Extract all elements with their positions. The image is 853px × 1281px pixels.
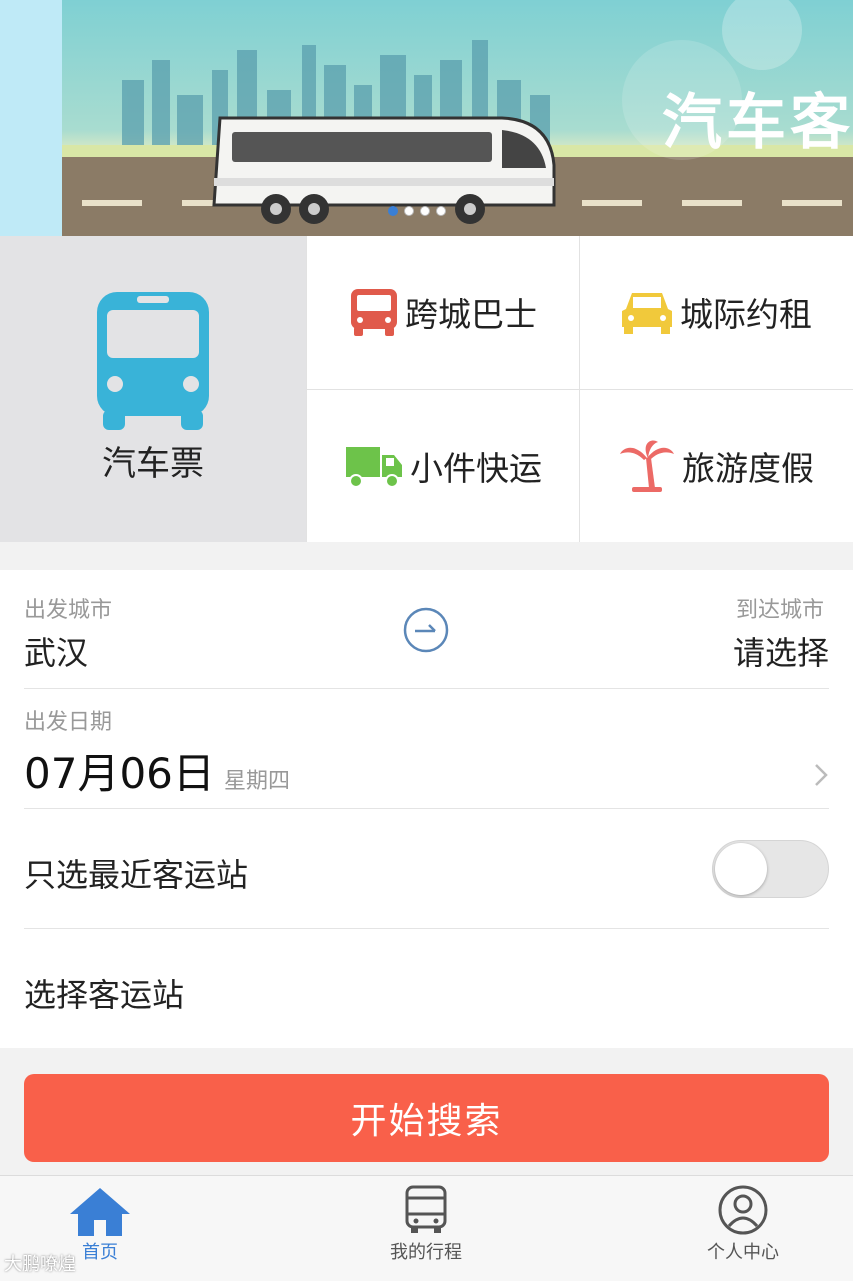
trip-icon bbox=[405, 1185, 447, 1233]
travel-vacation-label: 旅游度假 bbox=[682, 449, 814, 488]
tab-profile-label: 个人中心 bbox=[707, 1242, 779, 1263]
intercity-bus-tile[interactable]: 跨城巴士 bbox=[307, 236, 579, 388]
tab-profile[interactable]: 个人中心 bbox=[643, 1176, 843, 1276]
departure-city-value[interactable]: 武汉 bbox=[24, 628, 88, 674]
weekday-text: 星期四 bbox=[223, 769, 290, 794]
banner-image: 汽车客运 bbox=[62, 0, 853, 236]
toggle-knob bbox=[715, 843, 767, 895]
tab-my-trips-label: 我的行程 bbox=[390, 1242, 462, 1263]
intercity-car-label: 城际约租 bbox=[680, 295, 812, 334]
bus-icon bbox=[97, 292, 209, 430]
arrival-city-label: 到达城市 bbox=[735, 598, 824, 623]
start-search-button[interactable]: 开始搜索 bbox=[24, 1074, 829, 1162]
divider bbox=[24, 688, 829, 689]
carousel-dot[interactable] bbox=[388, 206, 398, 216]
palm-tree-icon bbox=[620, 440, 674, 492]
divider bbox=[24, 928, 829, 929]
nearest-station-toggle[interactable] bbox=[712, 840, 829, 898]
bus-ticket-label: 汽车票 bbox=[102, 444, 204, 484]
bus-front-icon bbox=[351, 289, 397, 336]
user-icon bbox=[718, 1185, 768, 1235]
nearest-station-label: 只选最近客运站 bbox=[24, 856, 249, 894]
swap-cities-icon[interactable] bbox=[402, 606, 450, 654]
select-station-link[interactable]: 选择客运站 bbox=[24, 970, 184, 1016]
promo-banner[interactable]: 汽车客运 bbox=[0, 0, 853, 236]
parcel-delivery-tile[interactable]: 小件快运 bbox=[307, 390, 579, 542]
home-icon bbox=[70, 1188, 130, 1236]
watermark: 大鹏嘹煌 bbox=[4, 1254, 76, 1275]
carousel-dots[interactable] bbox=[388, 206, 446, 216]
parcel-delivery-label: 小件快运 bbox=[410, 449, 542, 488]
departure-date-value: 07月06日 bbox=[24, 749, 215, 798]
banner-title: 汽车客运 bbox=[662, 88, 853, 158]
travel-vacation-tile[interactable]: 旅游度假 bbox=[580, 390, 852, 542]
divider bbox=[24, 808, 829, 809]
departure-date-row[interactable]: 07月06日 星期四 bbox=[24, 740, 829, 800]
carousel-dot[interactable] bbox=[420, 206, 430, 216]
chevron-right-icon bbox=[815, 764, 828, 786]
tab-my-trips[interactable]: 我的行程 bbox=[326, 1176, 526, 1276]
carousel-dot[interactable] bbox=[404, 206, 414, 216]
service-grid: 汽车票 跨城巴士 城际约租 小件快运 旅游度假 bbox=[0, 236, 853, 542]
bus-ticket-tile[interactable]: 汽车票 bbox=[0, 236, 306, 542]
truck-icon bbox=[346, 447, 402, 488]
carousel-dot[interactable] bbox=[436, 206, 446, 216]
departure-date-label: 出发日期 bbox=[24, 710, 113, 735]
car-front-icon bbox=[622, 293, 672, 334]
arrival-city-value[interactable]: 请选择 bbox=[733, 628, 829, 674]
departure-city-label: 出发城市 bbox=[24, 598, 113, 623]
bottom-tab-bar: 首页 我的行程 个人中心 bbox=[0, 1175, 853, 1281]
search-form: 出发城市 武汉 到达城市 请选择 出发日期 07月06日 星期四 只选最近客运站… bbox=[0, 570, 853, 1048]
intercity-bus-label: 跨城巴士 bbox=[405, 295, 537, 334]
intercity-car-tile[interactable]: 城际约租 bbox=[580, 236, 852, 388]
